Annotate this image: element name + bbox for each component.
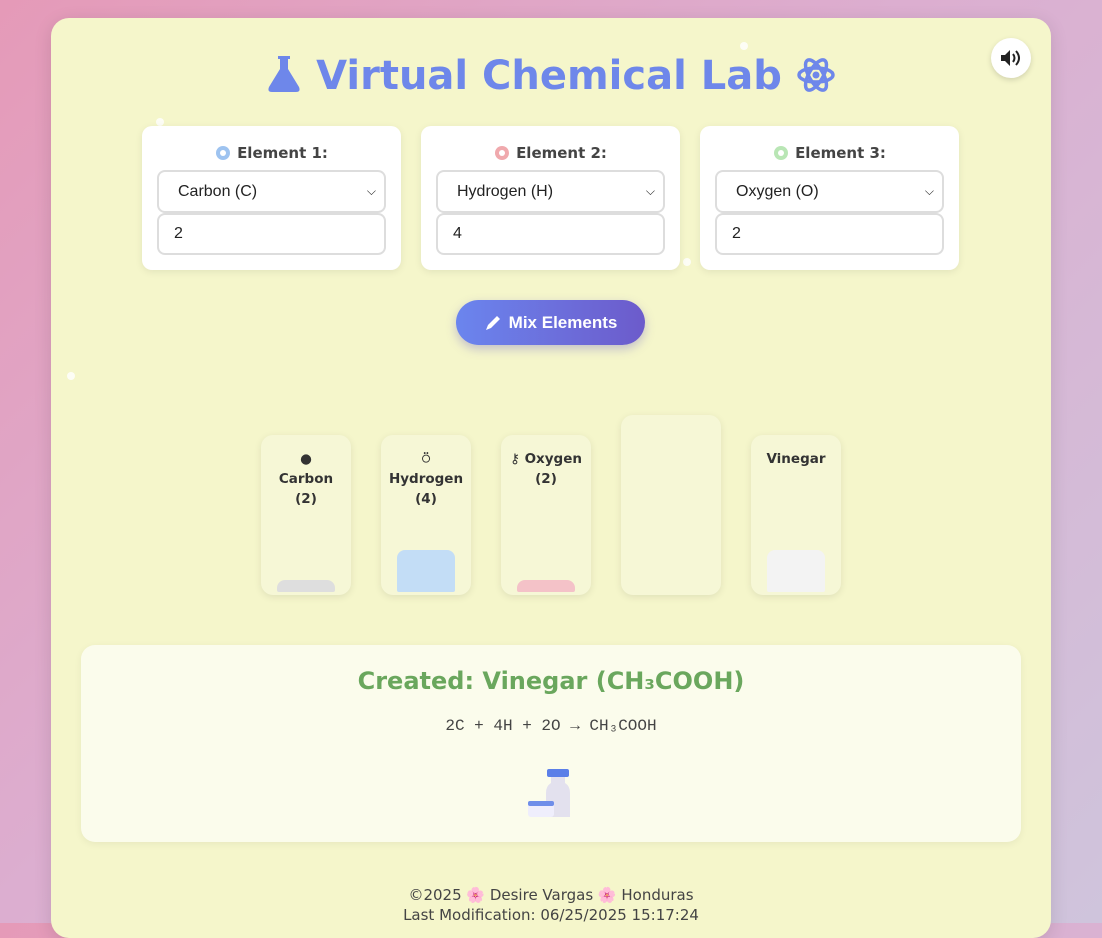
flask-icon <box>268 56 300 92</box>
footer-last-modified: Last Modification: 06/25/2025 15:17:24 <box>403 906 699 924</box>
element-1-select[interactable]: Carbon (C) ⌵ <box>157 170 386 213</box>
beaker-mixing <box>621 415 721 595</box>
element-1-quantity-input[interactable]: 2 <box>157 213 386 255</box>
beaker-label: Vinegar <box>766 451 826 467</box>
beaker-liquid <box>767 550 825 592</box>
vinegar-bottle-icon <box>528 769 570 817</box>
chevron-down-icon: ⌵ <box>366 184 376 198</box>
atom-icon <box>774 146 789 160</box>
beaker-result: Vinegar <box>751 435 841 595</box>
beaker-label: Hydrogen <box>388 471 464 487</box>
element-3-panel: Element 3: Oxygen (O) ⌵ 2 <box>700 126 959 270</box>
mix-elements-button[interactable]: Mix Elements <box>456 300 645 345</box>
beaker-count: (4) <box>415 491 437 507</box>
beaker-carbon: ● Carbon (2) <box>261 435 351 595</box>
element-2-quantity-input[interactable]: 4 <box>436 213 665 255</box>
beaker-hydrogen: ⍥ Hydrogen (4) <box>381 435 471 595</box>
beaker-label: Carbon <box>278 471 334 487</box>
element-1-label: Element 1: <box>142 144 401 162</box>
volume-icon <box>1001 50 1020 66</box>
atom-icon <box>495 146 510 160</box>
page-title-text: Virtual Chemical Lab <box>316 53 782 99</box>
element-2-label: Element 2: <box>421 144 680 162</box>
page-title: Virtual Chemical Lab <box>0 52 1102 100</box>
atom-icon <box>216 146 231 160</box>
element-3-select[interactable]: Oxygen (O) ⌵ <box>715 170 944 213</box>
chevron-down-icon: ⌵ <box>645 184 655 198</box>
result-title: Created: Vinegar (CH₃COOH) <box>357 667 745 695</box>
footer-credit: ©2025 🌸 Desire Vargas 🌸 Honduras <box>408 886 694 904</box>
beaker-label: ⚷ Oxygen <box>509 451 582 467</box>
beaker-liquid <box>639 580 703 592</box>
atom-icon <box>797 58 835 92</box>
element-3-label: Element 3: <box>700 144 959 162</box>
hydrogen-icon: ⍥ <box>421 451 431 467</box>
beaker-oxygen: ⚷ Oxygen (2) <box>501 435 591 595</box>
beaker-liquid <box>277 580 335 592</box>
beaker-count: (2) <box>535 471 557 487</box>
element-2-panel: Element 2: Hydrogen (H) ⌵ 4 <box>421 126 680 270</box>
result-panel: Created: Vinegar (CH₃COOH) 2C + 4H + 2O … <box>81 645 1021 842</box>
beaker-count: (2) <box>295 491 317 507</box>
oxygen-icon: ⚷ <box>509 451 520 467</box>
chevron-down-icon: ⌵ <box>924 184 934 198</box>
beaker-liquid <box>517 580 575 592</box>
pencil-icon <box>485 315 500 330</box>
reaction-equation: 2C + 4H + 2O → CH₃COOH <box>445 717 657 735</box>
beaker-liquid <box>397 550 455 592</box>
element-1-panel: Element 1: Carbon (C) ⌵ 2 <box>142 126 401 270</box>
carbon-icon: ● <box>300 451 312 467</box>
element-2-select[interactable]: Hydrogen (H) ⌵ <box>436 170 665 213</box>
element-3-quantity-input[interactable]: 2 <box>715 213 944 255</box>
sound-toggle-button[interactable] <box>991 38 1031 78</box>
